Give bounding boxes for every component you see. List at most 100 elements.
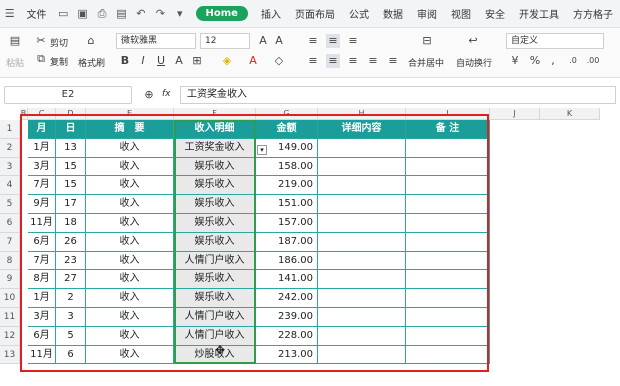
table-cell[interactable]: 8月 [28, 270, 56, 290]
table-cell[interactable] [406, 251, 490, 271]
column-header[interactable]: E [86, 108, 174, 120]
table-cell[interactable] [318, 326, 406, 346]
format-painter-icon[interactable]: ⌂ [84, 34, 98, 48]
table-cell[interactable]: 186.00 [256, 251, 318, 271]
tab-home[interactable]: Home [195, 6, 248, 21]
column-header[interactable]: G [256, 108, 318, 120]
table-cell[interactable]: 213.00 [256, 345, 318, 365]
table-cell[interactable]: 人情门户收入 [174, 308, 256, 327]
column-header[interactable]: C [28, 108, 56, 120]
thousands-icon[interactable]: , [546, 54, 560, 68]
row-header[interactable]: 4 [0, 176, 20, 196]
table-cell[interactable]: 收入 [86, 308, 174, 327]
table-cell[interactable]: 7月 [28, 251, 56, 271]
row-header[interactable]: 9 [0, 270, 20, 290]
table-cell[interactable]: 娱乐收入 [174, 214, 256, 233]
table-cell[interactable] [318, 157, 406, 177]
table-cell[interactable]: 9月 [28, 195, 56, 214]
table-cell[interactable]: 6月 [28, 232, 56, 252]
column-header[interactable]: I [406, 108, 490, 120]
copy-label[interactable]: 复制 [50, 55, 68, 68]
table-cell[interactable]: 工资奖金收入 [174, 138, 256, 158]
table-cell[interactable]: 11月 [28, 214, 56, 233]
table-cell[interactable]: 娱乐收入 [174, 195, 256, 214]
merge-center-label[interactable]: 合并居中 [408, 56, 444, 69]
table-cell[interactable] [406, 345, 490, 365]
table-cell[interactable]: 3月 [28, 308, 56, 327]
merge-center-icon[interactable]: ⊟ [420, 34, 434, 48]
table-cell[interactable]: 收入 [86, 326, 174, 346]
paste-icon[interactable]: ▤ [8, 34, 22, 48]
fill-color-icon[interactable]: ◈ [220, 54, 234, 68]
tab-page-layout[interactable]: 页面布局 [288, 6, 342, 21]
row-header[interactable]: 2 [0, 138, 20, 158]
align-bottom-icon[interactable]: ≡ [346, 34, 360, 48]
table-cell[interactable]: 娱乐收入 [174, 176, 256, 196]
clear-format-icon[interactable]: ◇ [272, 54, 286, 68]
table-cell[interactable]: 收入 [86, 195, 174, 214]
tab-review[interactable]: 审阅 [410, 6, 444, 21]
redo-icon[interactable]: ↷ [154, 7, 167, 20]
format-painter-label[interactable]: 格式刷 [78, 56, 105, 69]
header-cell[interactable]: 日 [56, 120, 86, 139]
table-cell[interactable]: 7月 [28, 176, 56, 196]
table-cell[interactable]: 娱乐收入 [174, 232, 256, 252]
column-header[interactable]: F [174, 108, 256, 120]
table-cell[interactable]: 收入 [86, 270, 174, 290]
row-header[interactable]: 5 [0, 195, 20, 214]
increase-decimal-icon[interactable]: .0 [566, 54, 580, 68]
align-top-icon[interactable]: ≡ [306, 34, 320, 48]
cut-icon[interactable]: ✂ [34, 34, 48, 48]
row-header[interactable]: 3 [0, 157, 20, 177]
tab-insert[interactable]: 插入 [254, 6, 288, 21]
table-cell[interactable]: 5 [56, 326, 86, 346]
table-cell[interactable]: 158.00 [256, 157, 318, 177]
tab-fangfang[interactable]: 方方格子 [566, 6, 620, 21]
wrap-text-label[interactable]: 自动换行 [456, 56, 492, 69]
header-cell[interactable]: 月 [28, 120, 56, 139]
table-cell[interactable]: 157.00 [256, 214, 318, 233]
header-cell[interactable]: 详细内容 [318, 120, 406, 139]
paste-label[interactable]: 粘贴 [6, 56, 24, 69]
wrap-text-icon[interactable]: ↩ [466, 34, 480, 48]
table-cell[interactable]: 收入 [86, 232, 174, 252]
formula-input[interactable]: 工资奖金收入 [180, 86, 616, 104]
table-cell[interactable]: 228.00 [256, 326, 318, 346]
table-cell[interactable] [406, 289, 490, 308]
table-cell[interactable] [406, 138, 490, 158]
table-cell[interactable]: 收入 [86, 176, 174, 196]
tab-developer[interactable]: 开发工具 [512, 6, 566, 21]
print-icon[interactable]: ⎙ [95, 7, 108, 20]
tab-security[interactable]: 安全 [478, 6, 512, 21]
table-cell[interactable]: 23 [56, 251, 86, 271]
table-cell[interactable]: 人情门户收入 [174, 251, 256, 271]
align-justify-icon[interactable]: ≡ [366, 54, 380, 68]
table-cell[interactable] [318, 345, 406, 365]
align-middle-icon[interactable]: ≡ [326, 34, 340, 48]
font-shrink-icon[interactable]: A [272, 34, 286, 48]
row-header[interactable]: 6 [0, 214, 20, 233]
dropdown-icon[interactable]: ▾ [173, 7, 186, 20]
table-cell[interactable]: 187.00 [256, 232, 318, 252]
number-format-select[interactable]: 自定义 [506, 33, 604, 49]
table-cell[interactable]: 收入 [86, 157, 174, 177]
row-header[interactable]: 12 [0, 326, 20, 346]
table-cell[interactable]: 收入 [86, 214, 174, 233]
header-cell[interactable]: 备 注 [406, 120, 490, 139]
table-cell[interactable] [406, 214, 490, 233]
column-header[interactable]: D [56, 108, 86, 120]
table-cell[interactable]: 收入 [86, 345, 174, 365]
distributed-align-icon[interactable]: ≡ [386, 54, 400, 68]
table-cell[interactable]: 239.00 [256, 308, 318, 327]
table-cell[interactable]: 18 [56, 214, 86, 233]
column-header[interactable]: K [540, 108, 600, 120]
print-preview-icon[interactable]: ▤ [115, 7, 128, 20]
table-cell[interactable]: 1月 [28, 289, 56, 308]
border-icon[interactable]: ⊞ [190, 54, 204, 68]
table-cell[interactable] [318, 195, 406, 214]
column-header[interactable]: J [490, 108, 540, 120]
table-cell[interactable]: 26 [56, 232, 86, 252]
column-header[interactable]: B [20, 108, 28, 120]
table-cell[interactable] [406, 326, 490, 346]
italic-icon[interactable]: I [136, 54, 150, 68]
